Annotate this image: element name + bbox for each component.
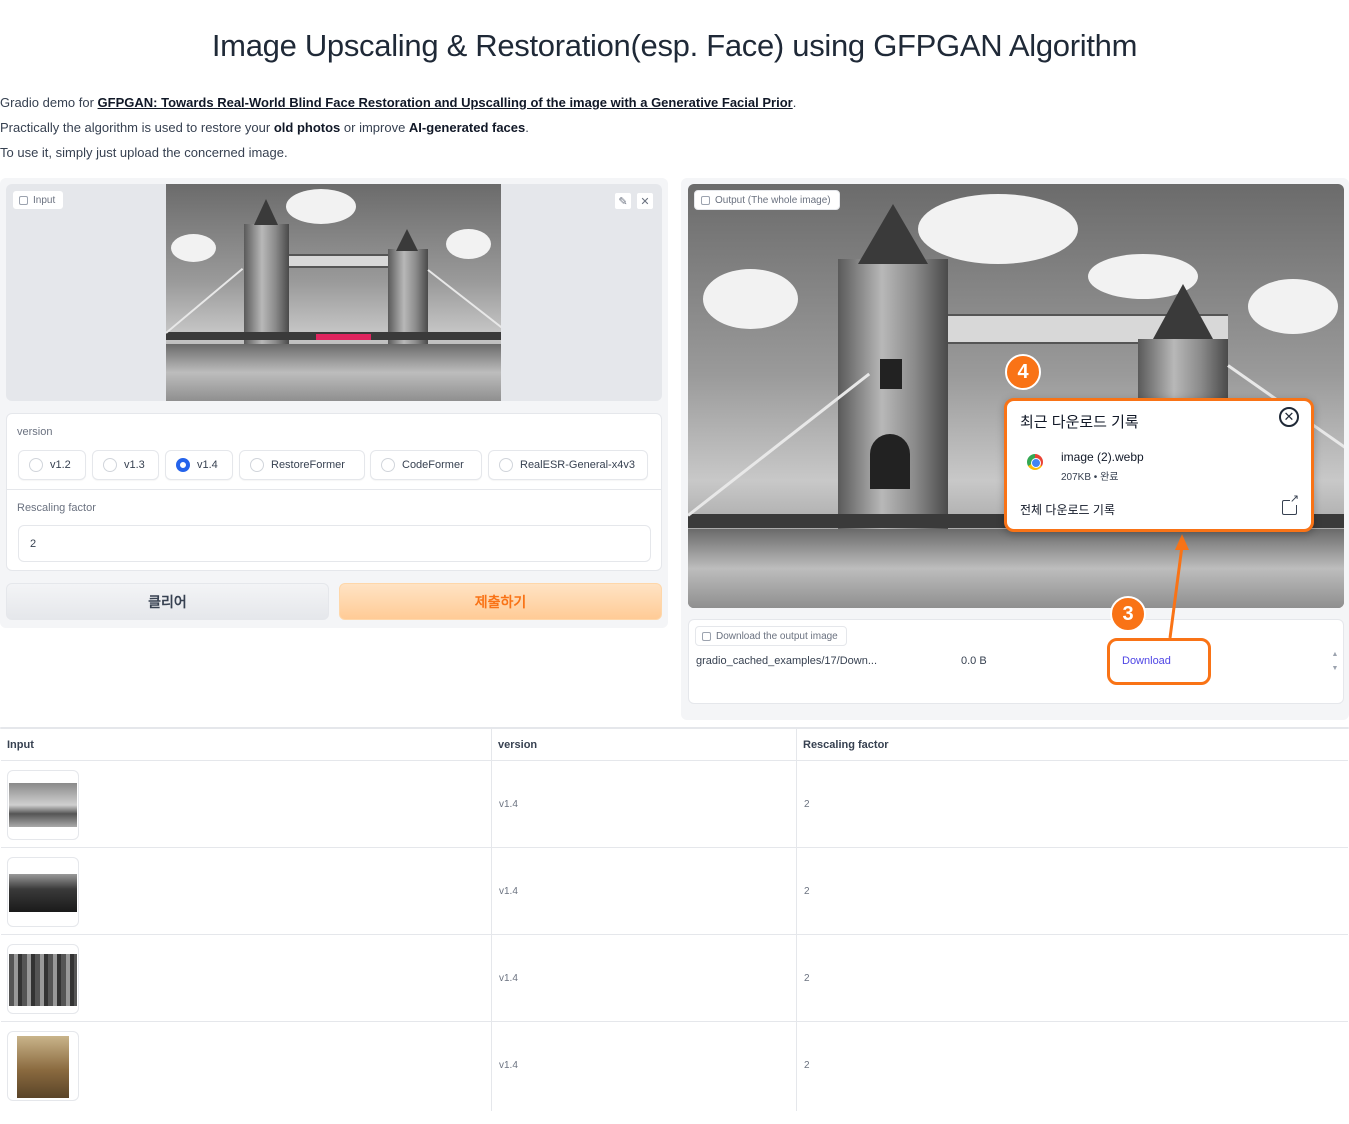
examples-table: Input version Rescaling factor v1.4 2 v1… [0,727,1349,1111]
chrome-icon [1027,454,1043,470]
popup-file-name[interactable]: image (2).webp [1061,450,1144,464]
radio-dot [381,458,395,472]
paper-link[interactable]: GFPGAN: Towards Real-World Blind Face Re… [98,95,793,110]
version-label: version [17,426,53,438]
popup-file-meta: 207KB • 완료 [1061,472,1119,483]
examples-table-header: Input version Rescaling factor [1,728,1348,761]
output-file-name: gradio_cached_examples/17/Down... [696,655,878,667]
table-row[interactable]: v1.4 2 [1,1022,1348,1109]
download-highlight [1107,638,1211,685]
table-row[interactable]: v1.4 2 [1,935,1348,1022]
close-circle-icon[interactable]: ✕ [1279,407,1299,427]
radio-realesr[interactable]: RealESR-General-x4v3 [488,450,648,480]
clear-button[interactable]: 클리어 [6,583,329,620]
rescale-label: Rescaling factor [17,502,96,514]
radio-v1-4[interactable]: v1.4 [165,450,233,480]
settings-group: version v1.2 v1.3 v1.4 RestoreFormer Cod… [6,413,662,571]
radio-dot [250,458,264,472]
output-file-label: Download the output image [695,626,847,646]
output-file-size: 0.0 B [961,655,987,667]
output-image-label: Output (The whole image) [694,190,840,210]
radio-dot [103,458,117,472]
radio-restoreformer[interactable]: RestoreFormer [239,450,365,480]
image-icon [701,195,710,205]
submit-button[interactable]: 제출하기 [339,583,662,620]
description-line-2: Practically the algorithm is used to res… [0,120,529,135]
radio-codeformer[interactable]: CodeFormer [370,450,482,480]
badge-step-4: 4 [1005,354,1041,390]
download-history-popup: 최근 다운로드 기록 ✕ image (2).webp 207KB • 완료 전… [1004,398,1314,532]
radio-dot-selected [176,458,190,472]
radio-v1-3[interactable]: v1.3 [92,450,159,480]
output-file-box: Download the output image gradio_cached_… [688,619,1344,704]
arrow-annotation [1168,534,1189,639]
table-row[interactable]: v1.4 2 [1,761,1348,848]
external-link-icon[interactable] [1282,494,1299,515]
radio-dot [29,458,43,472]
input-image-label: Input [12,190,65,210]
table-row[interactable]: v1.4 2 [1,848,1348,935]
all-downloads-link[interactable]: 전체 다운로드 기록 [1020,501,1115,518]
file-icon [702,631,711,641]
close-icon[interactable]: ✕ [636,192,654,210]
example-thumbnail [7,857,79,927]
page-title: Image Upscaling & Restoration(esp. Face)… [211,28,1138,63]
popup-title: 최근 다운로드 기록 [1020,414,1139,431]
header-version: version [498,738,538,751]
header-rescale: Rescaling factor [803,738,889,751]
badge-step-3: 3 [1110,596,1146,632]
scroll-arrows-icon[interactable]: ▲ ▼ [1328,648,1342,676]
rescale-input[interactable]: 2 [18,525,651,562]
radio-v1-2[interactable]: v1.2 [18,450,86,480]
example-thumbnail [7,770,79,840]
description-line-1: Gradio demo for GFPGAN: Towards Real-Wor… [0,95,797,110]
input-photo [166,184,501,401]
pencil-icon[interactable]: ✎ [614,192,632,210]
output-photo [688,184,1344,608]
header-input: Input [7,738,34,751]
radio-dot [499,458,513,472]
output-image-box: Output (The whole image) [688,184,1344,608]
example-thumbnail [7,944,79,1014]
example-thumbnail [7,1031,79,1101]
description-line-3: To use it, simply just upload the concer… [0,145,288,160]
image-icon [19,195,28,205]
input-image-box[interactable]: Input ✎ ✕ [6,184,662,401]
